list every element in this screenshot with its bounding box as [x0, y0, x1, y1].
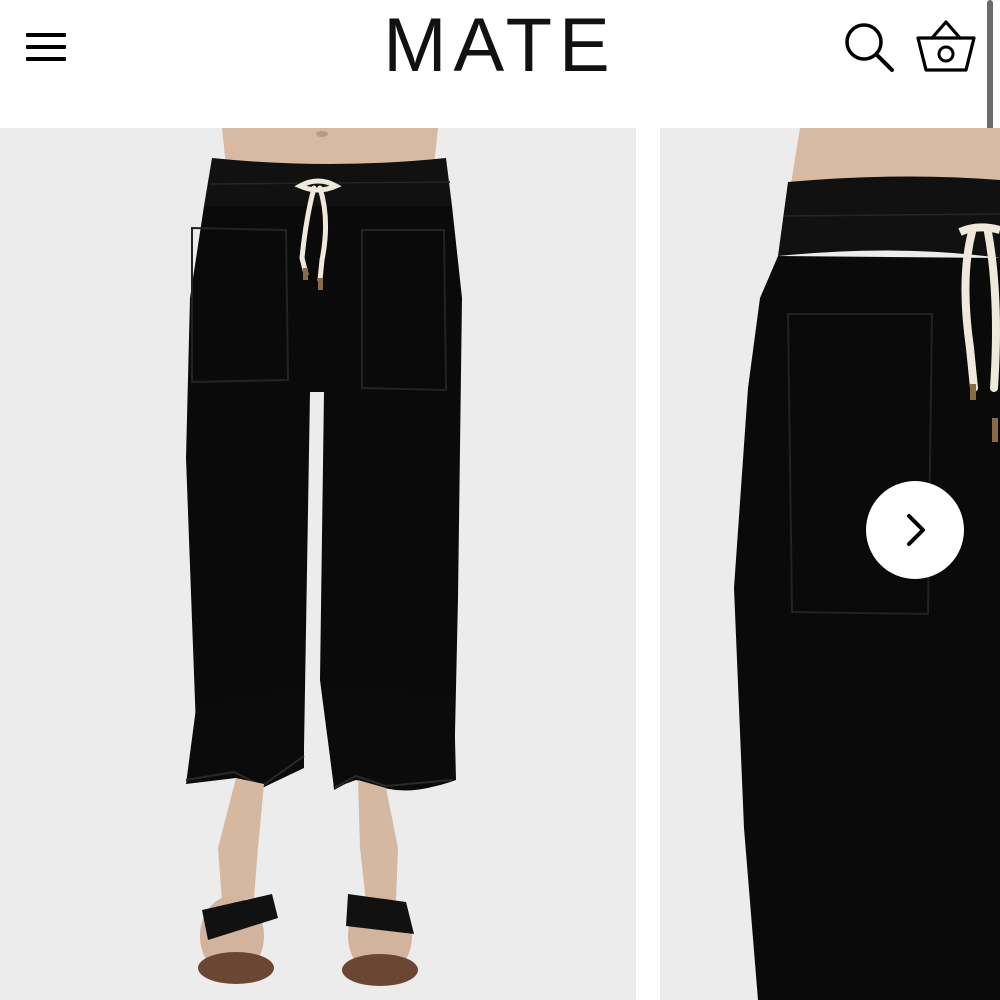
cart-button[interactable]: [912, 14, 980, 78]
product-photo-full-length[interactable]: [0, 128, 636, 1000]
site-header: MATE: [0, 0, 1000, 128]
product-photo-full-length-image: [0, 128, 636, 1000]
brand-logo[interactable]: MATE: [300, 4, 700, 88]
gallery-next-button[interactable]: [866, 481, 964, 579]
product-image-gallery[interactable]: [0, 128, 1000, 1000]
search-icon: [845, 23, 894, 72]
shopping-basket-icon: [916, 20, 976, 72]
search-button[interactable]: [840, 18, 898, 76]
menu-button[interactable]: [20, 26, 72, 68]
page-scrollbar[interactable]: [987, 0, 993, 146]
chevron-right-icon: [907, 514, 925, 546]
